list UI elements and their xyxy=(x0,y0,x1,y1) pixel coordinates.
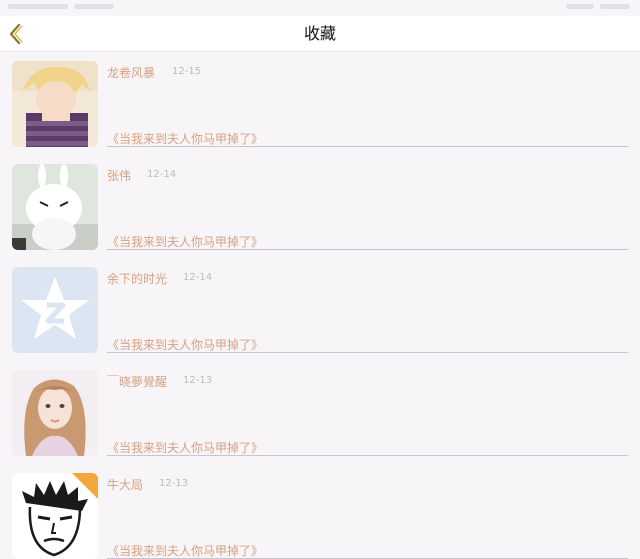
sketch-face-avatar xyxy=(12,473,98,559)
avatar[interactable] xyxy=(12,370,98,456)
list-item[interactable]: ￣晓夢覺醒 12-13 《当我来到夫人你马甲掉了》 xyxy=(0,361,640,464)
user-name: 牛大局 xyxy=(107,478,144,492)
avatar[interactable] xyxy=(12,267,98,353)
book-title[interactable]: 《当我来到夫人你马甲掉了》 xyxy=(107,439,263,456)
avatar[interactable] xyxy=(12,61,98,147)
book-title[interactable]: 《当我来到夫人你马甲掉了》 xyxy=(107,233,263,250)
divider xyxy=(107,146,628,147)
qq-logo-avatar xyxy=(12,267,98,353)
date-label: 12-15 xyxy=(172,66,202,77)
book-title[interactable]: 《当我来到夫人你马甲掉了》 xyxy=(107,542,263,559)
girl-portrait-avatar xyxy=(12,370,98,456)
date-label: 12-13 xyxy=(183,375,213,386)
anime-boy-avatar xyxy=(12,61,98,147)
navigation-bar: 收藏 xyxy=(0,16,640,52)
date-label: 12-14 xyxy=(183,272,213,283)
list-item[interactable]: 余下的时光 12-14 《当我来到夫人你马甲掉了》 xyxy=(0,258,640,361)
white-rabbit-avatar xyxy=(12,164,98,250)
book-title[interactable]: 《当我来到夫人你马甲掉了》 xyxy=(107,336,263,353)
user-name: ￣晓夢覺醒 xyxy=(107,375,168,389)
status-bar xyxy=(0,0,640,16)
page-title: 收藏 xyxy=(303,24,336,43)
user-name: 余下的时光 xyxy=(107,272,168,286)
user-name: 张伟 xyxy=(107,169,132,183)
list-item[interactable]: 张伟 12-14 《当我来到夫人你马甲掉了》 xyxy=(0,155,640,258)
avatar[interactable] xyxy=(12,164,98,250)
date-label: 12-13 xyxy=(159,478,189,489)
book-title[interactable]: 《当我来到夫人你马甲掉了》 xyxy=(107,130,263,147)
divider xyxy=(107,455,628,456)
user-name: 龙卷风暴 xyxy=(107,66,156,80)
avatar[interactable] xyxy=(12,473,98,559)
list-item[interactable]: 牛大局 12-13 《当我来到夫人你马甲掉了》 xyxy=(0,464,640,559)
back-button[interactable] xyxy=(2,20,30,48)
chevron-left-icon xyxy=(9,23,23,45)
date-label: 12-14 xyxy=(147,169,177,180)
divider xyxy=(107,352,628,353)
list-item[interactable]: 龙卷风暴 12-15 《当我来到夫人你马甲掉了》 xyxy=(0,52,640,155)
divider xyxy=(107,249,628,250)
